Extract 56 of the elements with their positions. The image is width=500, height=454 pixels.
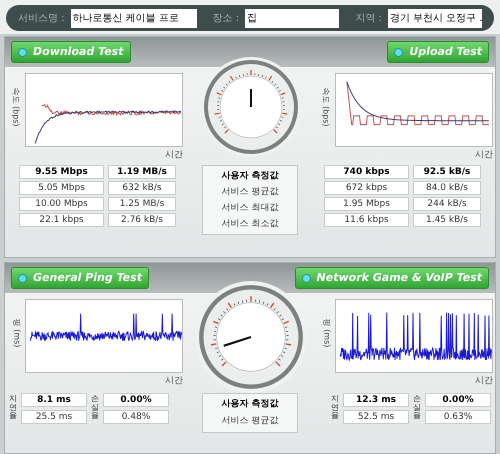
- value-cell: 12.3 ms: [343, 392, 409, 406]
- value-cell: 11.6 kbps: [324, 212, 409, 226]
- value-cell: 0.48%: [103, 410, 169, 424]
- value-cell: 0.00%: [103, 392, 169, 406]
- field-label: 서비스명 :: [18, 12, 65, 26]
- value-cell: 52.5 ms: [343, 410, 409, 424]
- value-cell: 84.0 kB/s: [413, 180, 481, 194]
- text-field[interactable]: 경기 부천시 오정구 .: [388, 8, 482, 28]
- download-test-button[interactable]: Download Test: [11, 41, 130, 63]
- axis-label: 시간: [475, 149, 493, 162]
- value-cell: 22.1 kbps: [19, 212, 104, 226]
- led-icon: [394, 48, 404, 56]
- value-cell: 672 kbps: [324, 180, 409, 194]
- value-cell: 2.76 kB/s: [108, 212, 176, 226]
- field-label: 장소 :: [212, 12, 240, 26]
- value-cell: 8.1 ms: [21, 392, 87, 406]
- stat-label: 지연율: [9, 394, 17, 422]
- value-cell: 25.5 ms: [21, 410, 87, 424]
- legend-label: 사용자 측정값: [221, 170, 279, 182]
- field-label: 지역 :: [355, 12, 382, 26]
- value-cell: 632 kB/s: [108, 180, 176, 194]
- axis-label: 속도 (bps): [320, 87, 332, 127]
- value-cell: 92.5 kB/s: [413, 164, 481, 178]
- axis-label: 시간: [475, 375, 493, 388]
- value-cell: 0.63%: [425, 410, 491, 424]
- value-cell: 1.25 MB/s: [108, 196, 176, 210]
- value-cell: 244 kB/s: [413, 196, 481, 210]
- stat-label: 지연율: [331, 394, 339, 422]
- axis-label: 속도 (bps): [10, 87, 22, 127]
- value-cell: 1.95 Mbps: [324, 196, 409, 210]
- axis-label: 핑 (ms): [11, 318, 22, 348]
- upload-test-button[interactable]: Upload Test: [387, 41, 489, 63]
- led-icon: [18, 274, 27, 282]
- value-cell: 0.00%: [425, 392, 491, 406]
- axis-label: 핑 (ms): [321, 318, 332, 348]
- legend-label: 서비스 최소값: [222, 218, 278, 230]
- legend-label: 서비스 최대값: [222, 202, 278, 214]
- legend-label: 사용자 측정값: [221, 398, 279, 410]
- value-cell: 1.45 kB/s: [413, 212, 481, 226]
- legend-label: 서비스 평균값: [222, 186, 278, 198]
- led-icon: [302, 274, 311, 282]
- axis-label: 시간: [165, 149, 183, 162]
- text-field[interactable]: 하나로통신 케이블 프로: [70, 8, 197, 28]
- value-cell: 740 kbps: [324, 164, 409, 178]
- value-cell: 10.00 Mbps: [19, 196, 104, 210]
- legend-label: 서비스 평균값: [222, 414, 278, 428]
- stat-label: 손실율: [413, 394, 421, 422]
- value-cell: 5.05 Mbps: [19, 180, 104, 194]
- text-field[interactable]: 집: [245, 8, 340, 28]
- stat-label: 손실율: [91, 394, 99, 422]
- axis-label: 시간: [165, 375, 183, 388]
- led-icon: [18, 48, 27, 56]
- value-cell: 9.55 Mbps: [19, 164, 104, 178]
- game-test-button[interactable]: Network Game & VoIP Test: [294, 267, 489, 289]
- ping-test-button[interactable]: General Ping Test: [11, 267, 149, 289]
- value-cell: 1.19 MB/s: [108, 164, 176, 178]
